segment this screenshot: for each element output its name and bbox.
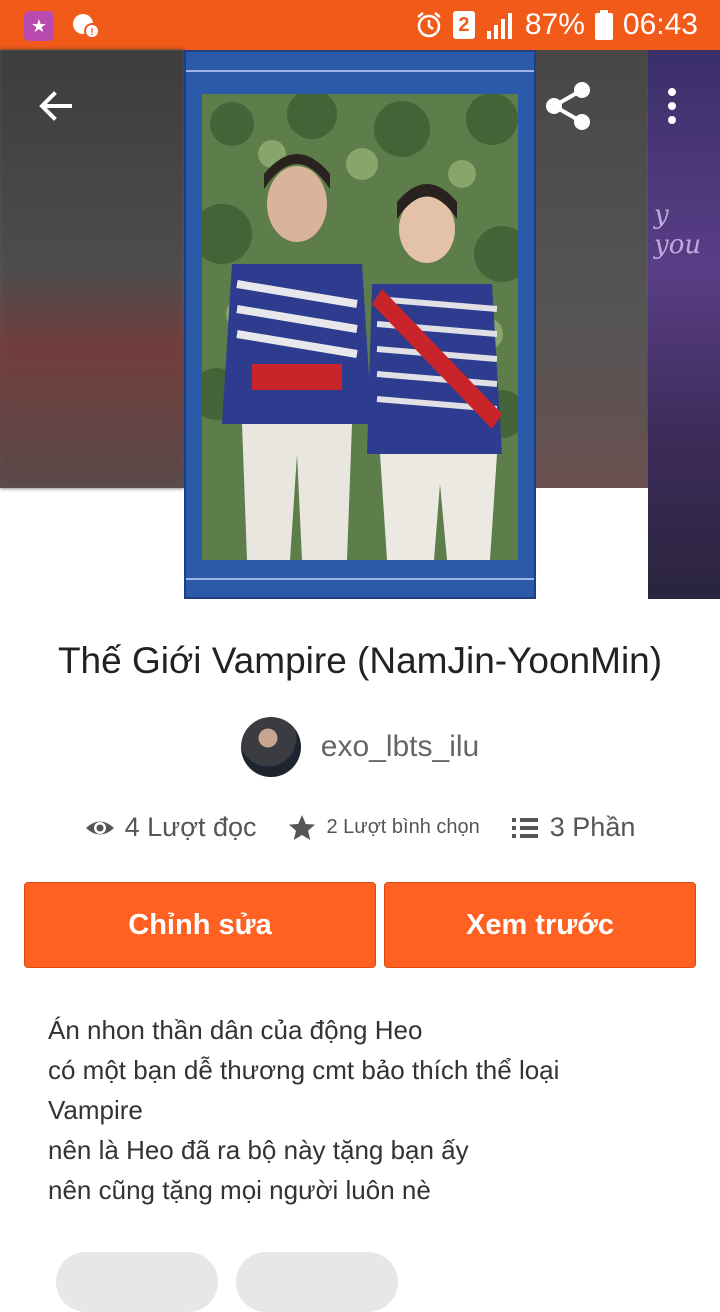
app-notification-icon: ★ bbox=[24, 11, 54, 41]
story-stats: 4 Lượt đọc 2 Lượt bình chọn 3 Phần bbox=[0, 812, 720, 843]
preview-button[interactable]: Xem trước bbox=[384, 882, 696, 968]
star-icon bbox=[288, 814, 315, 840]
story-description: Án nhon thần dân của động Heo có một bạn… bbox=[48, 1010, 688, 1210]
tag-chip[interactable] bbox=[56, 1252, 218, 1312]
list-icon bbox=[511, 817, 538, 838]
chat-notification-icon: ! bbox=[73, 14, 100, 39]
reads-count: 4 Lượt đọc bbox=[124, 812, 257, 842]
alarm-icon bbox=[417, 12, 441, 38]
back-arrow-icon[interactable] bbox=[36, 86, 76, 126]
author-name[interactable]: exo_lbts_ilu bbox=[321, 730, 479, 764]
parts-stat: 3 Phần bbox=[510, 812, 636, 843]
author-row[interactable]: exo_lbts_ilu bbox=[0, 716, 720, 778]
edit-button[interactable]: Chỉnh sửa bbox=[24, 882, 376, 968]
story-cover[interactable] bbox=[184, 50, 536, 599]
description-line: nên là Heo đã ra bộ này tặng bạn ấy bbox=[48, 1135, 469, 1165]
eye-icon bbox=[85, 821, 114, 834]
svg-text:!: ! bbox=[90, 27, 93, 38]
clock: 06:43 bbox=[622, 8, 698, 41]
more-vertical-icon[interactable] bbox=[660, 86, 684, 126]
blurred-background-left bbox=[0, 50, 184, 488]
battery-percent: 87% bbox=[524, 8, 585, 41]
share-icon[interactable] bbox=[542, 80, 594, 132]
votes-count: 2 Lượt bình chọn bbox=[326, 816, 480, 838]
description-line: Vampire bbox=[48, 1095, 143, 1125]
cover-photo bbox=[202, 94, 518, 560]
author-avatar[interactable] bbox=[240, 717, 301, 777]
votes-stat: 2 Lượt bình chọn bbox=[287, 813, 480, 843]
description-line: có một bạn dễ thương cmt bảo thích thể l… bbox=[48, 1055, 560, 1085]
battery-icon bbox=[594, 10, 613, 40]
description-line: nên cũng tặng mọi người luôn nè bbox=[48, 1175, 431, 1205]
status-bar: ★ ! 2 87% 06:43 bbox=[0, 0, 720, 50]
sim-slot-indicator: 2 bbox=[452, 11, 475, 39]
cover-artwork bbox=[202, 94, 518, 560]
parts-count: 3 Phần bbox=[549, 812, 636, 842]
cover-ornament-bottom bbox=[186, 578, 534, 580]
cover-ornament-top bbox=[186, 70, 534, 72]
signal-icon bbox=[486, 13, 512, 39]
next-story-cover[interactable]: y you bbox=[648, 50, 720, 599]
reads-stat: 4 Lượt đọc bbox=[85, 812, 257, 843]
description-line: Án nhon thần dân của động Heo bbox=[48, 1015, 423, 1045]
cover-artwork-script: y you bbox=[654, 200, 702, 260]
story-title: Thế Giới Vampire (NamJin-YoonMin) bbox=[57, 640, 663, 681]
tag-chip[interactable] bbox=[236, 1252, 398, 1312]
